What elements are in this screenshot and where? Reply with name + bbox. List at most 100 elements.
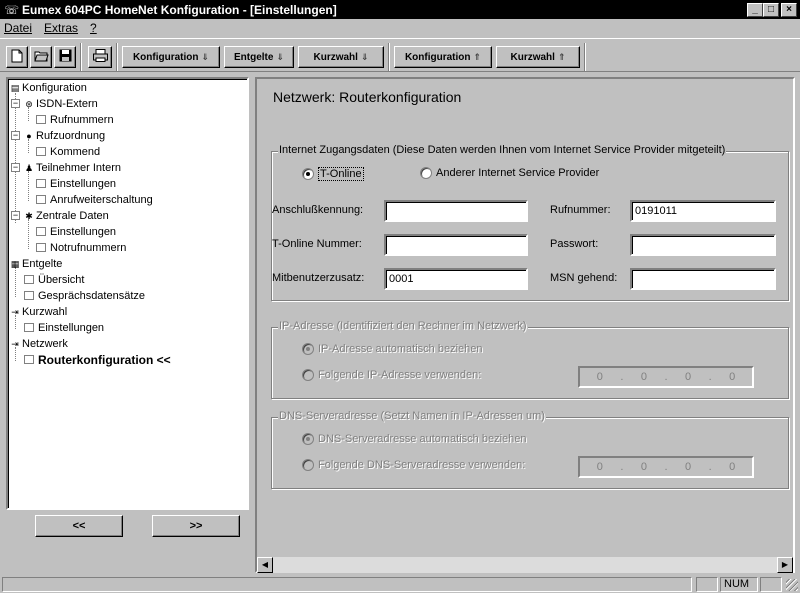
tree-item-label: Teilnehmer Intern	[36, 162, 121, 174]
radio-ip-manual[interactable]: Folgende IP-Adresse verwenden:	[302, 369, 481, 381]
tree-item-rufnummern[interactable]: Rufnummern	[36, 113, 114, 127]
tree-item-label: Einstellungen	[50, 226, 117, 238]
scroll-right-button[interactable]: ▶	[777, 557, 793, 573]
menu-extras[interactable]: Extras	[44, 21, 78, 35]
tree-line	[28, 219, 29, 249]
phone-icon[interactable]: ☏	[4, 3, 19, 17]
anschluss-label: Anschlußkennung:	[272, 204, 364, 216]
tree-item-label: Netzwerk	[22, 338, 68, 350]
menu-bar: Datei Extras ?	[0, 19, 800, 37]
next-page-button[interactable]: >>	[152, 515, 240, 537]
tree-item-entgelte[interactable]: ▦ Entgelte	[10, 257, 63, 271]
tree-item-label: Kurzwahl	[22, 306, 68, 318]
collapse-toggle[interactable]: −	[11, 99, 20, 108]
konfiguration-up-button[interactable]: Konfiguration ⇑	[394, 46, 492, 68]
tree-item-netzwerk[interactable]: ⇥ Netzwerk	[10, 337, 68, 351]
settings-form: Netzwerk: Routerkonfiguration Internet Z…	[257, 79, 793, 553]
tonline-nummer-input[interactable]	[384, 234, 528, 256]
tree-item-einstellungen[interactable]: Einstellungen	[36, 225, 116, 239]
tree-item-anrufweiterschaltung[interactable]: Anrufweiterschaltung	[36, 193, 153, 207]
scroll-left-button[interactable]: ◀	[257, 557, 273, 573]
tree-item-zentrale-daten[interactable]: ✱ Zentrale Daten	[24, 209, 109, 223]
tree-item-label: Rufnummern	[50, 114, 114, 126]
radio-other-provider[interactable]: Anderer Internet Service Provider	[420, 167, 599, 179]
arrow-down-icon: ⇓	[276, 51, 284, 62]
tree-item-einstellungen[interactable]: Einstellungen	[36, 177, 116, 191]
tree-item-uebersicht[interactable]: Übersicht	[24, 273, 84, 287]
radio-label: Anderer Internet Service Provider	[436, 167, 600, 179]
menu-datei[interactable]: Datei	[4, 21, 32, 35]
menu-help[interactable]: ?	[90, 21, 97, 35]
toolbar-separator	[80, 43, 82, 71]
close-button[interactable]: ×	[781, 2, 797, 17]
tree-item-konfiguration[interactable]: ▤ Konfiguration	[10, 81, 87, 95]
new-document-button[interactable]	[6, 46, 28, 68]
tree-item-einstellungen[interactable]: Einstellungen	[24, 321, 104, 335]
charges-icon: ▦	[10, 259, 20, 269]
tree-item-notrufnummern[interactable]: Notrufnummern	[36, 241, 126, 255]
navigation-tree[interactable]: ▤ Konfiguration − ⊛ ISDN-Extern Rufnummern…	[6, 77, 249, 510]
button-label: Kurzwahl	[510, 51, 555, 63]
rufnummer-input[interactable]: 0191011	[630, 200, 776, 222]
toolbar-separator	[584, 43, 586, 71]
dns-address-input[interactable]: 0. 0. 0. 0	[578, 456, 754, 478]
ip-octet: 0	[729, 461, 736, 473]
maximize-button[interactable]: □	[763, 2, 779, 17]
radio-dns-manual[interactable]: Folgende DNS-Serveradresse verwenden:	[302, 459, 525, 471]
tree-item-label: ISDN-Extern	[36, 98, 98, 110]
window-controls: _ □ ×	[747, 2, 797, 17]
ip-dot: .	[708, 461, 712, 473]
tree-line	[15, 267, 16, 297]
passwort-input[interactable]	[630, 234, 776, 256]
konfiguration-down-button[interactable]: Konfiguration ⇓	[122, 46, 220, 68]
mitbenutzer-label: Mitbenutzerzusatz:	[272, 272, 365, 284]
radio-label: IP-Adresse automatisch beziehen	[318, 343, 483, 355]
tree-item-isdn-extern[interactable]: ⊛ ISDN-Extern	[24, 97, 98, 111]
toolbar-separator	[116, 43, 118, 71]
tree-item-routerkonfiguration[interactable]: Routerkonfiguration <<	[24, 353, 171, 367]
button-label: Kurzwahl	[313, 51, 358, 63]
tree-item-label: Gesprächsdatensätze	[38, 290, 146, 302]
tree-item-kommend[interactable]: Kommend	[36, 145, 100, 159]
collapse-toggle[interactable]: −	[11, 131, 20, 140]
page-icon	[36, 178, 46, 188]
entgelte-down-button[interactable]: Entgelte ⇓	[224, 46, 294, 68]
radio-indicator	[302, 459, 314, 471]
radio-ip-auto[interactable]: IP-Adresse automatisch beziehen	[302, 343, 482, 355]
arrow-down-icon: ⇓	[201, 51, 210, 62]
horizontal-scrollbar[interactable]: ◀ ▶	[257, 557, 793, 573]
tree-item-kurzwahl[interactable]: ⇥ Kurzwahl	[10, 305, 67, 319]
title-bar[interactable]: ☏ Eumex 604PC HomeNet Konfiguration - [E…	[0, 0, 800, 19]
tree-item-rufzuordnung[interactable]: ● Rufzuordnung	[24, 129, 105, 143]
folder-icon: ▤	[10, 83, 20, 93]
speed-dial-icon: ⇥	[11, 307, 19, 317]
button-label: Konfiguration	[132, 51, 199, 63]
page-icon	[36, 146, 46, 156]
print-button[interactable]	[88, 46, 112, 68]
ip-address-input[interactable]: 0. 0. 0. 0	[578, 366, 754, 388]
rufnummer-label: Rufnummer:	[550, 204, 611, 216]
resize-grip-icon[interactable]	[786, 579, 798, 591]
kurzwahl-down-button[interactable]: Kurzwahl ⇓	[298, 46, 384, 68]
collapse-toggle[interactable]: −	[11, 211, 20, 220]
tree-item-gespraechsdatensaetze[interactable]: Gesprächsdatensätze	[24, 289, 145, 303]
minimize-button[interactable]: _	[747, 2, 763, 17]
open-folder-button[interactable]	[30, 46, 52, 68]
mitbenutzerzusatz-input[interactable]: 0001	[384, 268, 528, 290]
status-num: NUM	[720, 577, 758, 592]
toolbar-separator	[388, 43, 390, 71]
button-label: Konfiguration	[404, 51, 471, 63]
gear-icon: ✱	[25, 211, 33, 221]
save-button[interactable]	[54, 46, 76, 68]
previous-page-button[interactable]: <<	[35, 515, 123, 537]
collapse-toggle[interactable]: −	[11, 163, 20, 172]
tree-item-teilnehmer-intern[interactable]: ♟ Teilnehmer Intern	[24, 161, 121, 175]
msn-gehend-input[interactable]	[630, 268, 776, 290]
anschlusskennung-input[interactable]	[384, 200, 528, 222]
kurzwahl-up-button[interactable]: Kurzwahl ⇑	[496, 46, 580, 68]
radio-dns-auto[interactable]: DNS-Serveradresse automatisch beziehen	[302, 433, 527, 445]
radio-label: DNS-Serveradresse automatisch beziehen	[318, 433, 527, 445]
tree-item-label: Anrufweiterschaltung	[50, 194, 153, 206]
radio-t-online[interactable]: T-Online	[302, 167, 364, 181]
ip-octet: 0	[729, 371, 736, 383]
